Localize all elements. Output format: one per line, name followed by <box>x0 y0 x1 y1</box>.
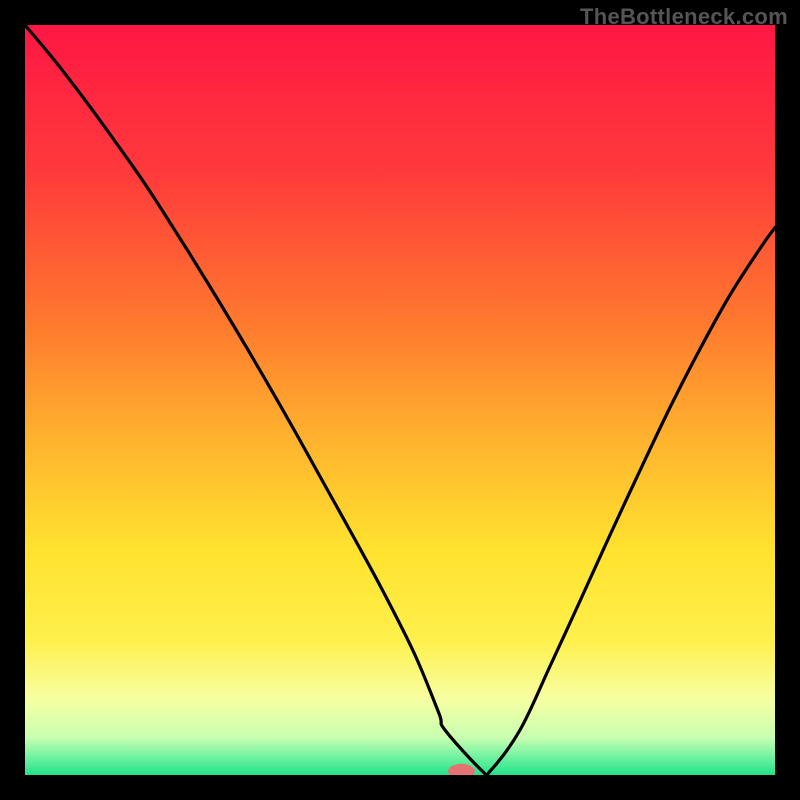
chart-frame: TheBottleneck.com <box>0 0 800 800</box>
background-gradient <box>25 25 775 775</box>
plot-area <box>25 25 775 775</box>
watermark-text: TheBottleneck.com <box>580 4 788 30</box>
